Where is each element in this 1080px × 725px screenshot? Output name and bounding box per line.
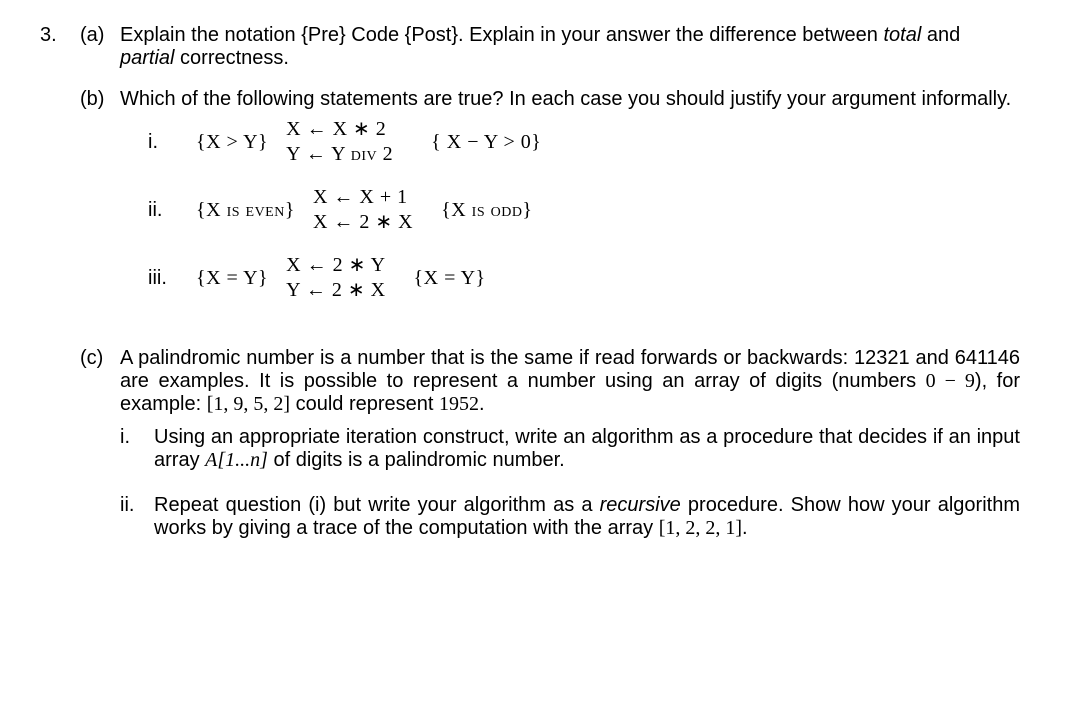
part-a-and: and [921, 24, 960, 46]
roman-ii: ii. [148, 199, 178, 222]
question-page: 3. (a) Explain the notation {Pre} Code {… [0, 0, 1080, 574]
question-number: 3. [40, 24, 80, 70]
c-range: 0 − 9 [926, 370, 975, 392]
c-num-ex: 1952 [439, 393, 479, 415]
c-array-ex: [1, 9, 5, 2] [207, 393, 290, 415]
post-3: {X = Y} [414, 267, 486, 290]
c-ii-label: ii. [120, 494, 154, 540]
part-a-row: 3. (a) Explain the notation {Pre} Code {… [40, 24, 1020, 70]
code-2-line1: X ← X + 1 [313, 185, 413, 210]
part-a-text2: correctness. [174, 47, 288, 69]
c-ii-body: Repeat question (i) but write your algor… [154, 494, 1020, 540]
hoare-triple-2: ii. {X is even} X ← X + 1 X ← 2 ∗ X {X i… [148, 185, 1020, 235]
post-1: { X − Y > 0} [431, 131, 541, 154]
code-3-line2: Y ← 2 ∗ X [286, 278, 385, 303]
c-intro4: . [479, 393, 485, 415]
c-ii-text3: . [742, 517, 748, 539]
code-2: X ← X + 1 X ← 2 ∗ X [313, 185, 413, 235]
code-1-line2: Y ← Y div 2 [286, 142, 393, 167]
pre-3: {X = Y} [196, 267, 268, 290]
code-3-line1: X ← 2 ∗ Y [286, 253, 385, 278]
c-intro3: could represent [290, 393, 439, 415]
spacer2 [40, 347, 80, 546]
post-2: {X is odd} [441, 199, 532, 222]
c-ii-text1: Repeat question (i) but write your algor… [154, 494, 600, 516]
hoare-triple-1: i. {X > Y} X ← X ∗ 2 Y ← Y div 2 { X − Y… [148, 117, 1020, 167]
c-i-body: Using an appropriate iteration construct… [154, 426, 1020, 472]
pre-2: {X is even} [196, 199, 295, 222]
part-b-row: (b) Which of the following statements ar… [40, 88, 1020, 321]
c-ii-row: ii. Repeat question (i) but write your a… [120, 494, 1020, 540]
code-3: X ← 2 ∗ Y Y ← 2 ∗ X [286, 253, 385, 303]
part-c-body: A palindromic number is a number that is… [120, 347, 1020, 546]
c-intro1: A palindromic number is a number that is… [120, 347, 1020, 392]
roman-iii: iii. [148, 267, 178, 290]
c-i-text2: of digits is a palindromic number. [268, 449, 565, 471]
pre-1: {X > Y} [196, 131, 268, 154]
part-a-total: total [883, 24, 921, 46]
part-c-row: (c) A palindromic number is a number tha… [40, 347, 1020, 546]
hoare-triple-3: iii. {X = Y} X ← 2 ∗ Y Y ← 2 ∗ X {X = Y} [148, 253, 1020, 303]
c-i-arr: A[1...n] [205, 449, 268, 471]
part-b-intro: Which of the following statements are tr… [120, 88, 1020, 111]
roman-i: i. [148, 131, 178, 154]
code-1: X ← X ∗ 2 Y ← Y div 2 [286, 117, 393, 167]
part-a-body: Explain the notation {Pre} Code {Post}. … [120, 24, 1020, 70]
c-i-label: i. [120, 426, 154, 472]
part-b-body: Which of the following statements are tr… [120, 88, 1020, 321]
part-a-partial: partial [120, 47, 174, 69]
part-a-label: (a) [80, 24, 120, 70]
code-2-line2: X ← 2 ∗ X [313, 210, 413, 235]
part-c-label: (c) [80, 347, 120, 546]
spacer [40, 88, 80, 321]
c-i-row: i. Using an appropriate iteration constr… [120, 426, 1020, 472]
part-a-text1: Explain the notation {Pre} Code {Post}. … [120, 24, 883, 46]
part-b-label: (b) [80, 88, 120, 321]
c-ii-arr: [1, 2, 2, 1] [659, 517, 742, 539]
code-1-line1: X ← X ∗ 2 [286, 117, 393, 142]
c-ii-recursive: recursive [600, 494, 681, 516]
